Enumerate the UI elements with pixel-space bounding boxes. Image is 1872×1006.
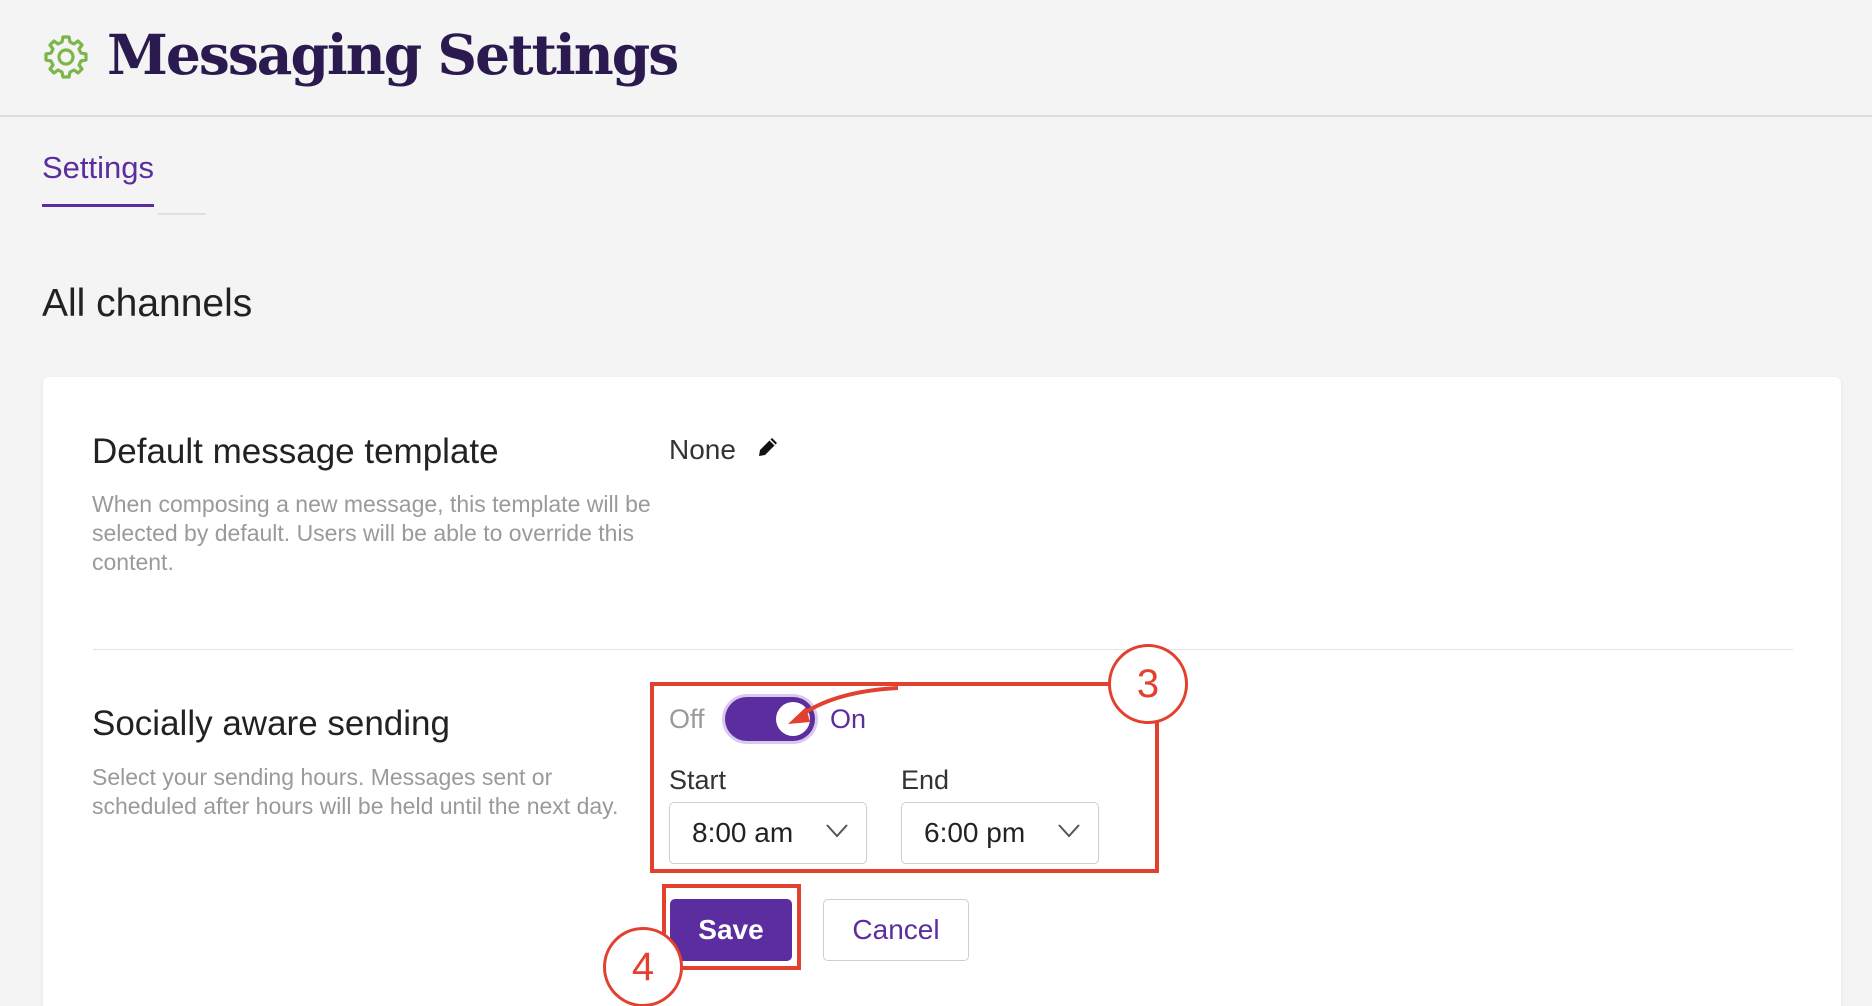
annotation-step-3: 3 [1108, 644, 1188, 724]
default-template-value: None [669, 434, 736, 465]
tab-settings[interactable]: Settings [42, 150, 155, 207]
section-title: All channels [42, 282, 253, 325]
cancel-button[interactable]: Cancel [823, 899, 969, 961]
pencil-icon[interactable] [755, 434, 781, 460]
socially-aware-description: Select your sending hours. Messages sent… [92, 764, 619, 819]
page-header: Messaging Settings [0, 0, 1872, 117]
annotation-step-4: 4 [603, 927, 683, 1006]
annotation-arrow-icon [788, 686, 899, 724]
gear-icon [44, 35, 88, 79]
socially-aware-title: Socially aware sending [92, 704, 450, 743]
default-template-title: Default message template [92, 432, 499, 471]
tab-bar: Settings [42, 150, 155, 207]
tab-underline-rest [158, 213, 206, 215]
default-template-description: When composing a new message, this templ… [92, 491, 651, 575]
annotation-box-4 [662, 884, 801, 970]
page-title: Messaging Settings [107, 22, 679, 87]
row-divider [93, 649, 1793, 650]
